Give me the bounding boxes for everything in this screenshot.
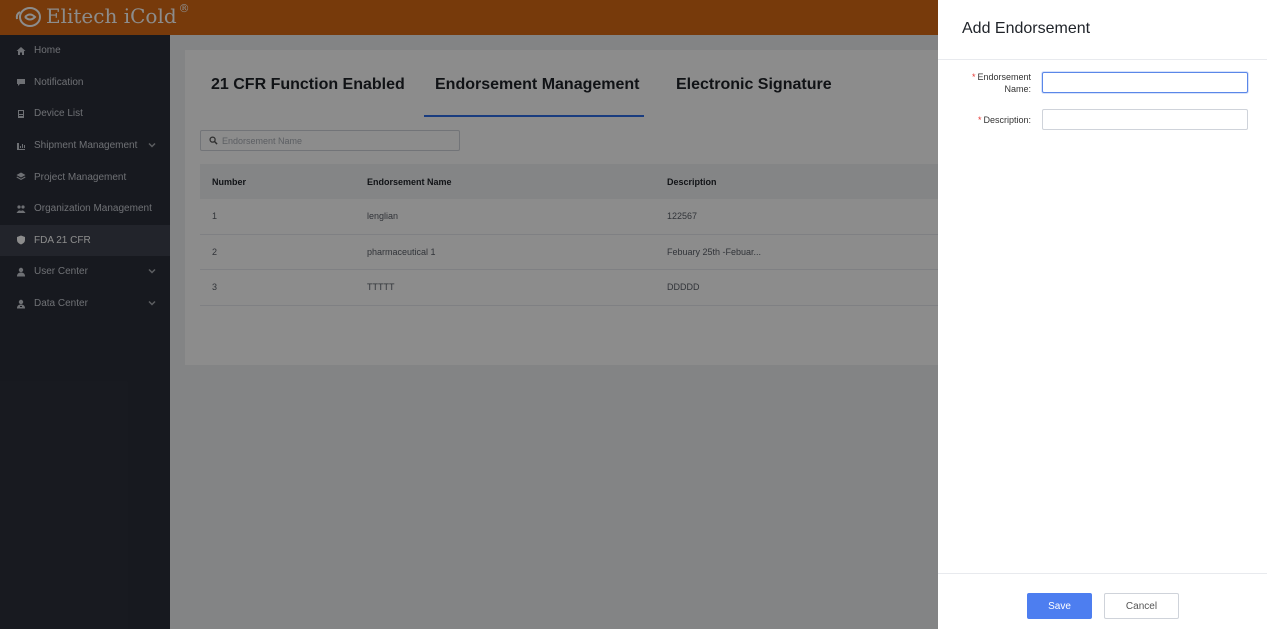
required-asterisk: * bbox=[977, 115, 982, 125]
divider bbox=[938, 573, 1267, 574]
divider bbox=[938, 59, 1267, 60]
save-button[interactable]: Save bbox=[1027, 593, 1092, 619]
description-input[interactable] bbox=[1042, 109, 1248, 130]
endorsement-name-label: * Endorsement Name: bbox=[971, 72, 1031, 94]
modal-overlay[interactable] bbox=[0, 0, 938, 629]
required-asterisk: * bbox=[971, 72, 976, 82]
endorsement-name-input[interactable] bbox=[1042, 72, 1248, 93]
cancel-button[interactable]: Cancel bbox=[1104, 593, 1179, 619]
description-label: * Description: bbox=[977, 115, 1031, 125]
add-endorsement-drawer: Add Endorsement * Endorsement Name: * Desc… bbox=[938, 0, 1267, 629]
drawer-title: Add Endorsement bbox=[962, 20, 1091, 37]
